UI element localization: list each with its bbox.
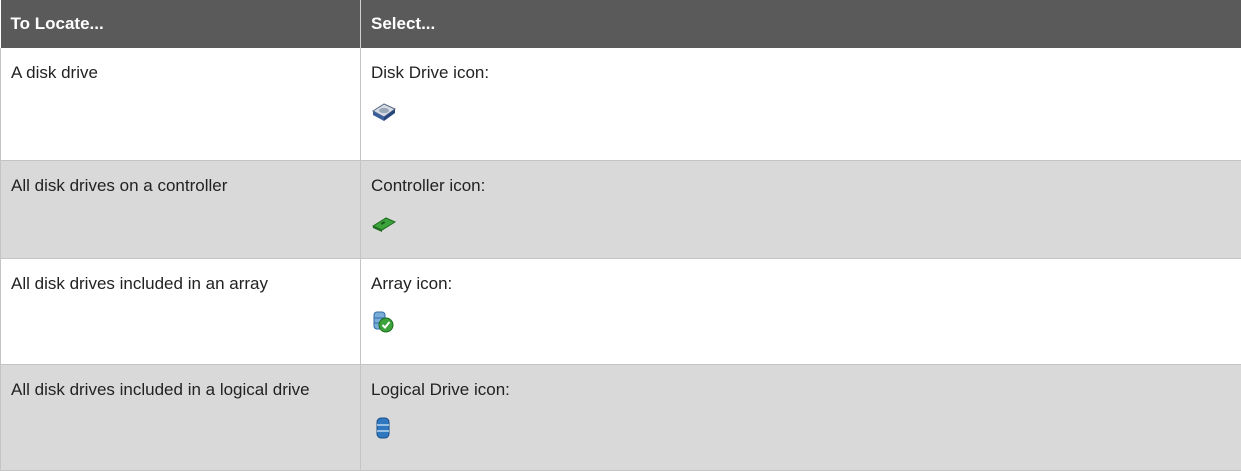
table-row: All disk drives included in a logical dr… <box>1 364 1241 470</box>
select-text: Controller icon: <box>371 176 485 195</box>
table-row: All disk drives on a controller Controll… <box>1 160 1241 258</box>
select-cell: Disk Drive icon: <box>361 48 1241 160</box>
header-select: Select... <box>361 0 1241 48</box>
locate-cell: All disk drives on a controller <box>1 160 361 258</box>
controller-icon <box>371 211 397 237</box>
table-row: A disk drive Disk Drive icon: <box>1 48 1241 160</box>
locate-cell: A disk drive <box>1 48 361 160</box>
select-cell: Array icon: <box>361 258 1241 364</box>
select-text: Logical Drive icon: <box>371 380 510 399</box>
select-cell: Logical Drive icon: <box>361 364 1241 470</box>
select-text: Disk Drive icon: <box>371 63 489 82</box>
logical-drive-icon <box>371 415 397 441</box>
locate-table: To Locate... Select... A disk drive Disk… <box>0 0 1241 470</box>
disk-drive-icon <box>371 98 397 124</box>
header-to-locate: To Locate... <box>1 0 361 48</box>
array-icon <box>371 309 397 335</box>
table-row: All disk drives included in an array Arr… <box>1 258 1241 364</box>
locate-cell: All disk drives included in an array <box>1 258 361 364</box>
locate-cell: All disk drives included in a logical dr… <box>1 364 361 470</box>
table-header-row: To Locate... Select... <box>1 0 1241 48</box>
select-cell: Controller icon: <box>361 160 1241 258</box>
select-text: Array icon: <box>371 274 452 293</box>
